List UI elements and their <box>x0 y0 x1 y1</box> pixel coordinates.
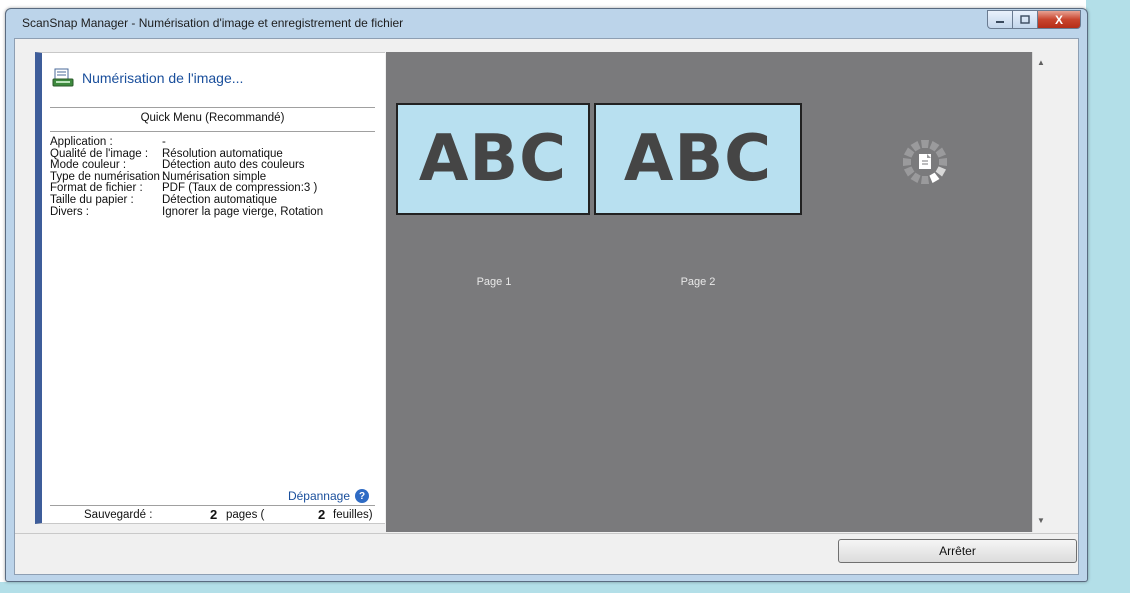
window-client-area: Numérisation de l'image... Quick Menu (R… <box>14 38 1079 575</box>
troubleshoot-link[interactable]: Dépannage ? <box>288 489 369 503</box>
thumbnail-content: ABC <box>623 122 773 196</box>
setting-value: Ignorer la page vierge, Rotation <box>162 205 324 218</box>
setting-row: Divers : Ignorer la page vierge, Rotatio… <box>50 205 324 219</box>
scroll-up-icon[interactable]: ▲ <box>1037 58 1045 67</box>
desktop-background-bottom <box>0 582 1130 593</box>
desktop-background <box>1086 0 1130 593</box>
scan-heading: Numérisation de l'image... <box>52 67 243 89</box>
saved-label: Sauvegardé : <box>84 509 153 521</box>
setting-label: Taille du papier : <box>50 193 134 206</box>
loading-spinner-icon <box>903 140 947 184</box>
saved-pages-text: pages ( <box>226 509 265 521</box>
maximize-icon <box>1020 15 1030 24</box>
page-label: Page 1 <box>476 276 512 288</box>
setting-value: - <box>162 136 166 148</box>
minimize-button[interactable] <box>987 10 1013 29</box>
setting-label: Divers : <box>50 205 89 218</box>
setting-value: Détection automatique <box>162 193 278 206</box>
saved-sheets-text: feuilles) <box>333 509 373 521</box>
stop-button[interactable]: Arrêter <box>838 539 1077 563</box>
saved-sheets-count: 2 <box>318 507 326 522</box>
profile-name: Quick Menu (Recommandé) <box>140 112 285 124</box>
divider <box>50 107 375 108</box>
preview-scrollbar[interactable]: ▲ ▼ <box>1032 52 1049 532</box>
minimize-icon <box>996 20 1004 23</box>
settings-list: Application : - Qualité de l'image : Rés… <box>50 136 324 219</box>
close-button[interactable]: X <box>1037 10 1081 29</box>
window-controls: X <box>987 10 1081 30</box>
close-icon: X <box>1054 12 1063 27</box>
scan-heading-text: Numérisation de l'image... <box>82 70 244 86</box>
scansnap-window: ScanSnap Manager - Numérisation d'image … <box>5 8 1088 582</box>
page-preview-area: ABC ABC Page 1 Page 2 <box>386 52 1032 532</box>
scan-info-panel: Numérisation de l'image... Quick Menu (R… <box>35 52 385 524</box>
scanner-icon <box>52 68 74 87</box>
page-thumbnail[interactable]: ABC <box>396 103 590 215</box>
window-title: ScanSnap Manager - Numérisation d'image … <box>22 16 404 30</box>
setting-row: Application : - <box>50 136 323 149</box>
thumbnail-content: ABC <box>418 122 568 196</box>
title-bar[interactable]: ScanSnap Manager - Numérisation d'image … <box>6 9 1087 37</box>
maximize-button[interactable] <box>1012 10 1038 29</box>
divider <box>50 131 375 132</box>
troubleshoot-label: Dépannage <box>287 489 350 503</box>
setting-label: Application : <box>50 136 113 148</box>
scroll-down-icon[interactable]: ▼ <box>1037 516 1045 525</box>
page-thumbnail[interactable]: ABC <box>594 103 802 215</box>
saved-pages-count: 2 <box>210 507 218 522</box>
setting-row: Taille du papier : Détection automatique <box>50 193 323 207</box>
divider <box>50 505 375 506</box>
page-label: Page 2 <box>680 276 716 288</box>
footer-divider <box>15 533 1078 534</box>
help-icon: ? <box>355 489 369 503</box>
